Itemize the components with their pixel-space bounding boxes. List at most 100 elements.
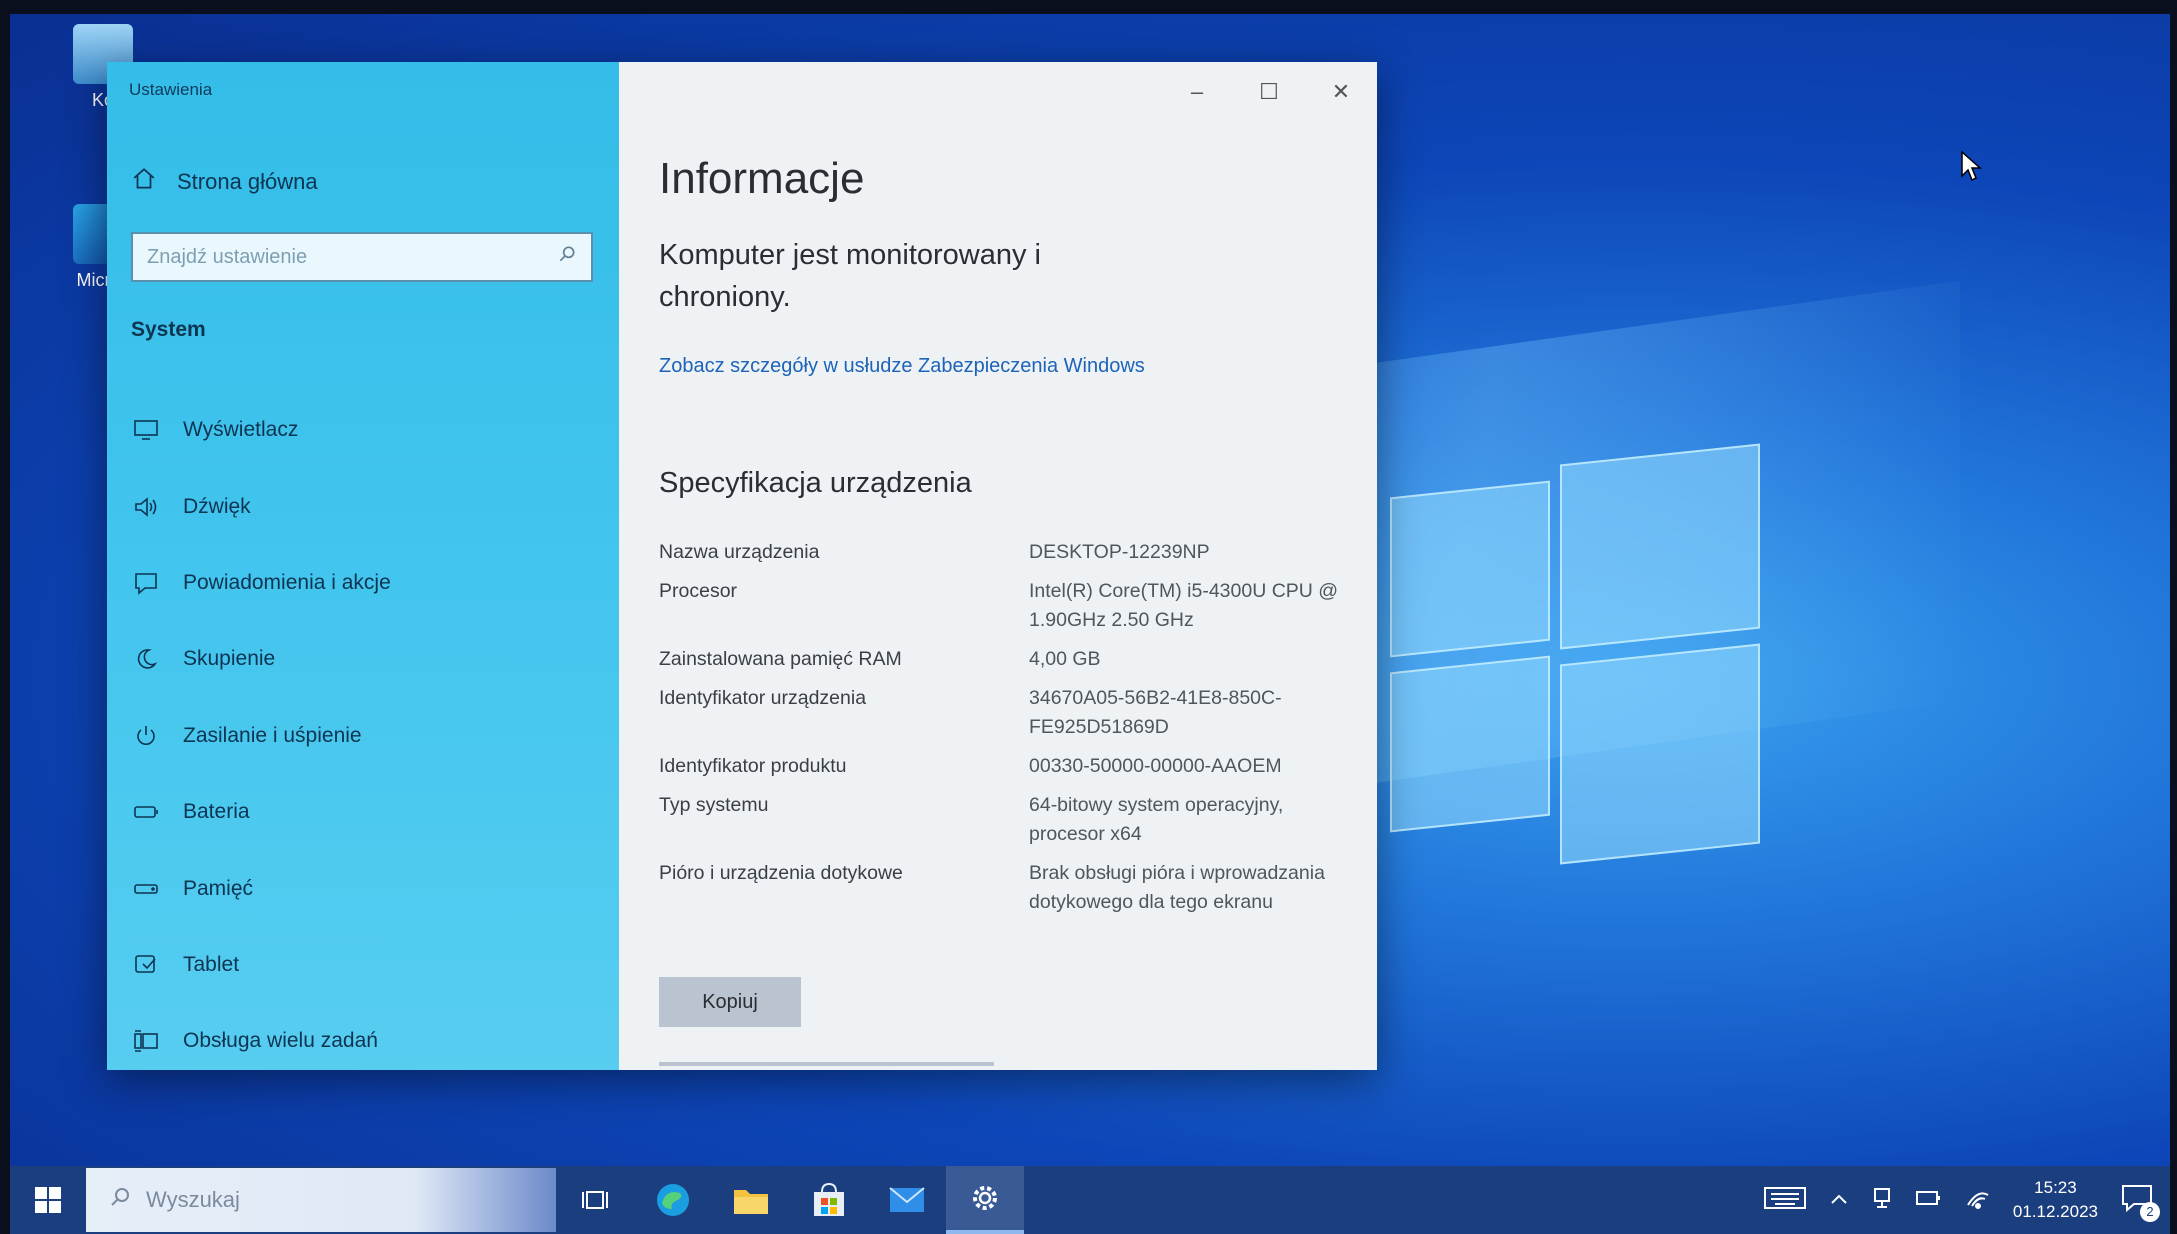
keyboard-icon[interactable]	[1763, 1185, 1807, 1216]
storage-icon	[131, 874, 161, 904]
mouse-cursor-icon	[1961, 150, 1982, 182]
sidebar-nav: Wyświetlacz Dźwięk Powiadomienia i akcje…	[131, 392, 601, 1080]
meet-now-icon[interactable]	[1871, 1186, 1893, 1215]
notification-count-badge: 2	[2140, 1201, 2160, 1222]
search-icon	[108, 1185, 132, 1215]
tablet-icon	[131, 950, 161, 980]
spec-value: 64-bitowy system operacyjny, procesor x6…	[1029, 794, 1284, 845]
clock-date: 01.12.2023	[2012, 1202, 2098, 1221]
battery-tray-icon[interactable]	[1915, 1188, 1943, 1213]
security-details-link[interactable]: Zobacz szczegóły w usłudze Zabezpieczeni…	[659, 352, 1159, 380]
sidebar-item-label: Powiadomienia i akcje	[183, 570, 391, 594]
spec-key: Typ systemu	[659, 794, 769, 816]
search-icon	[557, 244, 577, 270]
sidebar-item-label: Tablet	[183, 952, 240, 976]
chevron-up-icon[interactable]	[1829, 1190, 1849, 1211]
sidebar-item-display[interactable]: Wyświetlacz	[131, 392, 601, 468]
spec-value: 34670A05-56B2-41E8-850C-FE925D51869D	[1029, 687, 1282, 738]
spec-row: Identyfikator urządzenia 34670A05-56B2-4…	[659, 684, 1359, 742]
spec-value: Brak obsługi pióra i wprowadzania dotyko…	[1029, 862, 1325, 913]
spec-key: Identyfikator urządzenia	[659, 687, 867, 709]
spec-key: Zainstalowana pamięć RAM	[659, 648, 902, 670]
sidebar-item-label: Dźwięk	[183, 494, 251, 518]
sidebar-item-tablet[interactable]: Tablet	[131, 927, 601, 1003]
window-title: Ustawienia	[129, 80, 213, 99]
windows-start-icon	[35, 1187, 61, 1213]
power-icon	[131, 721, 161, 751]
store-button[interactable]	[790, 1166, 868, 1234]
settings-search-input[interactable]: Znajdź ustawienie	[131, 232, 593, 282]
taskbar: Wyszukaj 15:23 01.12.2023 2	[10, 1166, 2170, 1234]
home-link[interactable]: Strona główna	[131, 166, 318, 198]
system-tray: 15:23 01.12.2023 2	[1763, 1166, 2160, 1234]
spec-row: Nazwa urządzenia DESKTOP-12239NP	[659, 538, 1359, 567]
action-center-button[interactable]: 2	[2120, 1183, 2160, 1222]
mail-button[interactable]	[868, 1166, 946, 1234]
edge-icon	[657, 1184, 689, 1216]
device-spec-list: Nazwa urządzenia DESKTOP-12239NP Proceso…	[659, 538, 1359, 927]
spec-key: Identyfikator produktu	[659, 755, 847, 777]
section-label-system: System	[131, 318, 206, 341]
page-title: Informacje	[659, 154, 865, 203]
taskbar-search-input[interactable]: Wyszukaj	[86, 1168, 556, 1232]
sidebar-item-label: Zasilanie i uśpienie	[183, 723, 362, 747]
window-controls: – ☐ ✕	[1161, 62, 1377, 122]
sidebar-item-label: Wyświetlacz	[183, 418, 299, 442]
home-icon	[131, 166, 157, 198]
edge-button[interactable]	[634, 1166, 712, 1234]
close-button[interactable]: ✕	[1305, 62, 1377, 122]
spec-key: Nazwa urządzenia	[659, 541, 820, 563]
copy-button[interactable]: Kopiuj	[659, 977, 801, 1027]
sidebar-item-label: Pamięć	[183, 876, 254, 900]
sidebar-item-label: Skupienie	[183, 647, 276, 671]
sidebar-item-sound[interactable]: Dźwięk	[131, 468, 601, 544]
windows-logo-wallpaper	[1390, 443, 1770, 874]
taskbar-search-placeholder: Wyszukaj	[146, 1187, 240, 1212]
settings-button[interactable]	[946, 1166, 1024, 1234]
spec-value: DESKTOP-12239NP	[1029, 541, 1210, 563]
spec-value: 4,00 GB	[1029, 648, 1101, 670]
sidebar-item-storage[interactable]: Pamięć	[131, 850, 601, 926]
spec-row: Typ systemu 64-bitowy system operacyjny,…	[659, 791, 1359, 849]
settings-icon	[973, 1186, 997, 1210]
spec-row: Procesor Intel(R) Core(TM) i5-4300U CPU …	[659, 577, 1359, 635]
protection-status: Komputer jest monitorowany i chroniony.	[659, 239, 1041, 313]
clock[interactable]: 15:23 01.12.2023	[2013, 1176, 2098, 1224]
search-placeholder: Znajdź ustawienie	[147, 245, 308, 268]
file-explorer-icon	[734, 1190, 768, 1214]
task-view-icon	[582, 1191, 608, 1209]
spec-row: Identyfikator produktu 00330-50000-00000…	[659, 752, 1359, 781]
moon-icon	[131, 644, 161, 674]
scroll-indicator	[659, 1062, 994, 1066]
sidebar-item-label: Bateria	[183, 800, 250, 824]
sidebar-item-notifications[interactable]: Powiadomienia i akcje	[131, 545, 601, 621]
sidebar-item-label: Obsługa wielu zadań	[183, 1029, 378, 1053]
minimize-button[interactable]: –	[1161, 62, 1233, 122]
about-page: – ☐ ✕ Informacje Komputer jest monitorow…	[619, 62, 1377, 1070]
spec-value: Intel(R) Core(TM) i5-4300U CPU @ 1.90GHz…	[1029, 580, 1339, 631]
home-label: Strona główna	[177, 169, 318, 194]
sidebar-item-multitasking[interactable]: Obsługa wielu zadań	[131, 1003, 601, 1079]
device-spec-heading: Specyfikacja urządzenia	[659, 467, 972, 499]
start-button[interactable]	[10, 1166, 86, 1234]
maximize-button[interactable]: ☐	[1233, 62, 1305, 122]
notification-icon	[131, 568, 161, 598]
spec-value: 00330-50000-00000-AAOEM	[1029, 755, 1282, 777]
spec-row: Zainstalowana pamięć RAM 4,00 GB	[659, 645, 1359, 674]
settings-window: Ustawienia Strona główna Znajdź ustawien…	[107, 62, 1377, 1070]
wifi-icon[interactable]	[1965, 1187, 1991, 1214]
speaker-icon	[131, 492, 161, 522]
mail-icon	[889, 1187, 925, 1212]
store-icon	[814, 1182, 844, 1216]
sidebar-item-battery[interactable]: Bateria	[131, 774, 601, 850]
file-explorer-button[interactable]	[712, 1166, 790, 1234]
sidebar-item-focus[interactable]: Skupienie	[131, 621, 601, 697]
sidebar-item-power[interactable]: Zasilanie i uśpienie	[131, 698, 601, 774]
spec-key: Procesor	[659, 580, 738, 602]
spec-key: Pióro i urządzenia dotykowe	[659, 862, 903, 884]
battery-icon	[131, 797, 161, 827]
clock-time: 15:23	[2034, 1178, 2077, 1197]
multitasking-icon	[131, 1026, 161, 1056]
display-icon	[131, 415, 161, 445]
task-view-button[interactable]	[556, 1166, 634, 1234]
